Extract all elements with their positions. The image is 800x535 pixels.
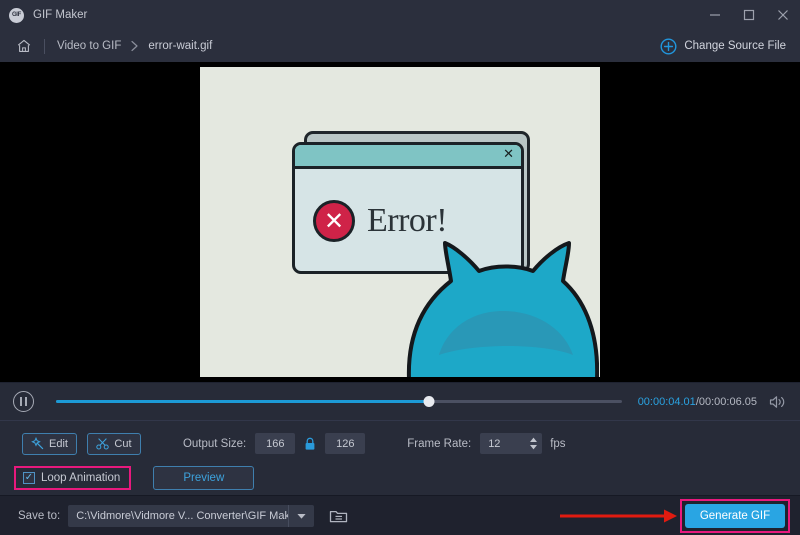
save-bar: Save to: C:\Vidmore\Vidmore V... Convert… — [0, 495, 800, 535]
options-row-secondary: ✓ Loop Animation Preview — [0, 461, 800, 495]
generate-gif-label: Generate GIF — [700, 510, 770, 522]
window-title: GIF Maker — [33, 9, 87, 21]
preview-stage[interactable]: ✕ ✕ Error! — [0, 62, 800, 382]
seek-fill — [56, 400, 429, 403]
generate-gif-highlight: Generate GIF — [680, 499, 790, 533]
change-source-file-button[interactable]: Change Source File — [660, 38, 786, 55]
frame-rate-label: Frame Rate: — [407, 438, 471, 450]
player-controls: 00:00:04.01/00:00:06.05 — [0, 382, 800, 420]
fps-unit-label: fps — [550, 438, 565, 450]
magic-wand-icon — [31, 437, 44, 450]
scissors-icon — [96, 437, 109, 450]
gif-preview-image: ✕ ✕ Error! — [200, 67, 600, 377]
options-panel: Edit Cut Output Size: 166 — [0, 420, 800, 495]
loop-animation-checkbox[interactable]: ✓ — [23, 472, 35, 484]
preview-button[interactable]: Preview — [153, 466, 254, 490]
breadcrumb-parent[interactable]: Video to GIF — [57, 40, 121, 52]
error-dialog-text: Error! — [367, 202, 447, 240]
close-button[interactable] — [766, 0, 800, 30]
cat-illustration — [393, 237, 599, 377]
total-time: 00:00:06.05 — [699, 396, 757, 408]
save-to-label: Save to: — [18, 510, 60, 522]
loop-animation-highlight[interactable]: ✓ Loop Animation — [14, 466, 131, 490]
chevron-down-icon — [296, 512, 307, 520]
save-path-input[interactable]: C:\Vidmore\Vidmore V... Converter\GIF Ma… — [68, 505, 288, 527]
generate-gif-button[interactable]: Generate GIF — [685, 504, 785, 528]
loop-animation-label: Loop Animation — [41, 472, 120, 484]
output-height-input[interactable]: 126 — [325, 433, 365, 454]
time-display: 00:00:04.01/00:00:06.05 — [638, 396, 757, 408]
window-controls — [698, 0, 800, 30]
save-path-dropdown[interactable] — [288, 505, 314, 527]
title-bar: GIF GIF Maker — [0, 0, 800, 30]
gif-app-icon: GIF — [9, 8, 24, 23]
error-dialog-close-icon: ✕ — [503, 147, 514, 162]
breadcrumb-current-file: error-wait.gif — [148, 40, 212, 52]
volume-icon[interactable] — [769, 395, 786, 409]
output-size-label: Output Size: — [183, 438, 246, 450]
red-arrow-icon — [560, 508, 678, 524]
home-icon[interactable] — [16, 38, 32, 54]
spinner-arrows-icon[interactable] — [529, 437, 538, 450]
cut-button-label: Cut — [114, 438, 131, 450]
error-dialog-titlebar: ✕ — [295, 145, 521, 169]
options-row-primary: Edit Cut Output Size: 166 — [0, 430, 800, 457]
breadcrumb-divider — [44, 39, 45, 54]
seek-slider[interactable] — [56, 395, 622, 409]
edit-button[interactable]: Edit — [22, 433, 77, 455]
output-width-input[interactable]: 166 — [255, 433, 295, 454]
folder-browse-icon — [329, 508, 348, 524]
pause-button[interactable] — [13, 391, 34, 412]
breadcrumb: Video to GIF error-wait.gif Change Sourc… — [0, 30, 800, 62]
change-source-file-label: Change Source File — [684, 40, 786, 52]
plus-circle-icon — [660, 38, 677, 55]
edit-button-label: Edit — [49, 438, 68, 450]
preview-button-label: Preview — [183, 472, 224, 484]
gif-maker-window: GIF GIF Maker Video to GIF — [0, 0, 800, 535]
chevron-right-icon — [130, 40, 139, 52]
cut-button[interactable]: Cut — [87, 433, 141, 455]
browse-folder-button[interactable] — [326, 505, 350, 527]
current-time: 00:00:04.01 — [638, 396, 696, 408]
maximize-button[interactable] — [732, 0, 766, 30]
error-x-icon: ✕ — [313, 200, 355, 242]
seek-handle[interactable] — [424, 396, 435, 407]
frame-rate-input[interactable]: 12 — [480, 433, 542, 454]
minimize-button[interactable] — [698, 0, 732, 30]
frame-rate-value: 12 — [488, 438, 500, 450]
lock-icon[interactable] — [304, 437, 316, 451]
